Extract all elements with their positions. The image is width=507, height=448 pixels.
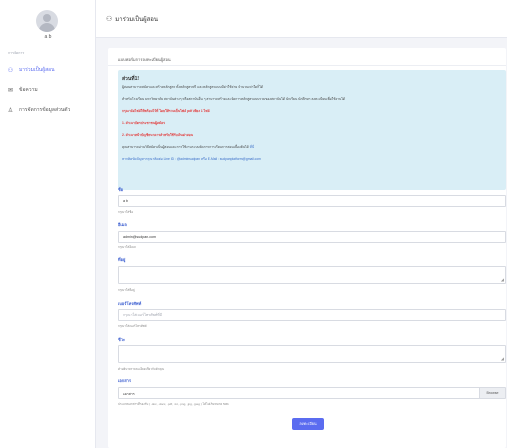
sidebar-item-label: มาร่วมเป็นผู้สอน [19,67,55,73]
page-title: มาร่วมเป็นผู้สอน [115,16,158,23]
email-help: กรุณาใส่อีเมล [118,245,136,249]
info-line: สำหรับโรงเรียน มหาวิทยาลัย สถาบันต่างๆ ห… [122,97,346,101]
email-input[interactable] [118,231,506,243]
detail-textarea[interactable]: ◢ [118,345,506,363]
detail-label: ชีวะ [118,337,126,342]
mail-icon: ✉ [7,87,14,94]
email-label: อีเมล [118,222,127,227]
sidebar: a b การจัดการ ⚇ มาร่วมเป็นผู้สอน ✉ ข้อคว… [0,0,96,448]
info-guide-text: คุณสามารถอ่านวิธีสมัครเป็นผู้สอนและการใช… [122,145,249,149]
nav-heading: การจัดการ [8,51,25,55]
file-help: ประเภทเอกสารที่รองรับ ( .doc, .docx, .pd… [118,402,229,406]
guide-link[interactable]: ที่นี่ [250,145,254,149]
register-button[interactable]: ลงทะเบียน [292,418,324,430]
info-contact: หากติดขัดปัญหากรุณาติดต่อ Line ID : @adm… [122,157,261,161]
address-textarea[interactable]: ◢ [118,266,506,284]
sidebar-item-become-instructor[interactable]: ⚇ มาร่วมเป็นผู้สอน [6,64,92,76]
sidebar-item-label: การจัดการข้อมูลส่วนตัว [19,107,71,113]
user-add-icon: ⚇ [7,67,14,74]
avatar-head-shape [43,14,51,22]
avatar[interactable] [36,10,58,32]
detail-help: คำอธิบายรายละเอียดเกี่ยวกับตัวคุณ [118,367,165,371]
person-icon: ♙ [7,107,14,114]
user-add-icon: ⚇ [106,15,113,23]
address-help: กรุณาใส่ที่อยู่ [118,288,135,292]
info-warning: กรุณาจัดไฟล์ให้พร้อมไว้ที่ โดยให้รวมเป็น… [122,109,210,113]
name-input[interactable] [118,195,506,207]
phone-input[interactable] [118,309,506,321]
card-title: แบบฟอร์มการลงทะเบียนผู้สอน [118,57,171,62]
card-divider [108,65,506,66]
phone-help: กรุณาใส่เบอร์โทรศัพท์ [118,324,147,328]
name-label: ชื่อ [118,187,124,192]
info-guide-line: คุณสามารถอ่านวิธีสมัครเป็นผู้สอนและการใช… [122,145,254,150]
info-box: ส่วนที่1! ผู้สอนสามารถสมัครและสร้างหลักส… [118,70,506,190]
info-requirement: 1. สำเนาบัตรประชาชนผู้สมัคร [122,121,166,125]
top-header: ⚇ มาร่วมเป็นผู้สอน [96,0,507,38]
sidebar-item-profile[interactable]: ♙ การจัดการข้อมูลส่วนตัว [6,104,92,116]
user-name: a b [44,34,52,40]
phone-label: เบอร์โทรศัพท์ [118,301,142,306]
file-input[interactable]: เอกสาร Browse [118,387,506,399]
address-label: ที่อยู่ [118,257,126,262]
name-help: กรุณาใส่ชื่อ [118,210,134,214]
resize-handle-icon[interactable]: ◢ [501,357,504,361]
info-line: ผู้สอนสามารถสมัครและสร้างหลักสูตร ทั้งหล… [122,85,263,89]
registration-card: แบบฟอร์มการลงทะเบียนผู้สอน ส่วนที่1! ผู้… [108,48,506,448]
info-heading: ส่วนที่1! [122,76,140,82]
file-label: เอกสาร [118,378,132,383]
browse-button[interactable]: Browse [479,388,505,398]
avatar-body-shape [39,23,55,32]
sidebar-item-label: ข้อความ [19,87,38,93]
file-name: เอกสาร [123,392,135,396]
resize-handle-icon[interactable]: ◢ [501,278,504,282]
info-requirement: 2. สำเนาหน้าบัญชีธนาคารสำหรับใช้รับเงินค… [122,133,194,137]
sidebar-item-messages[interactable]: ✉ ข้อความ [6,84,92,96]
